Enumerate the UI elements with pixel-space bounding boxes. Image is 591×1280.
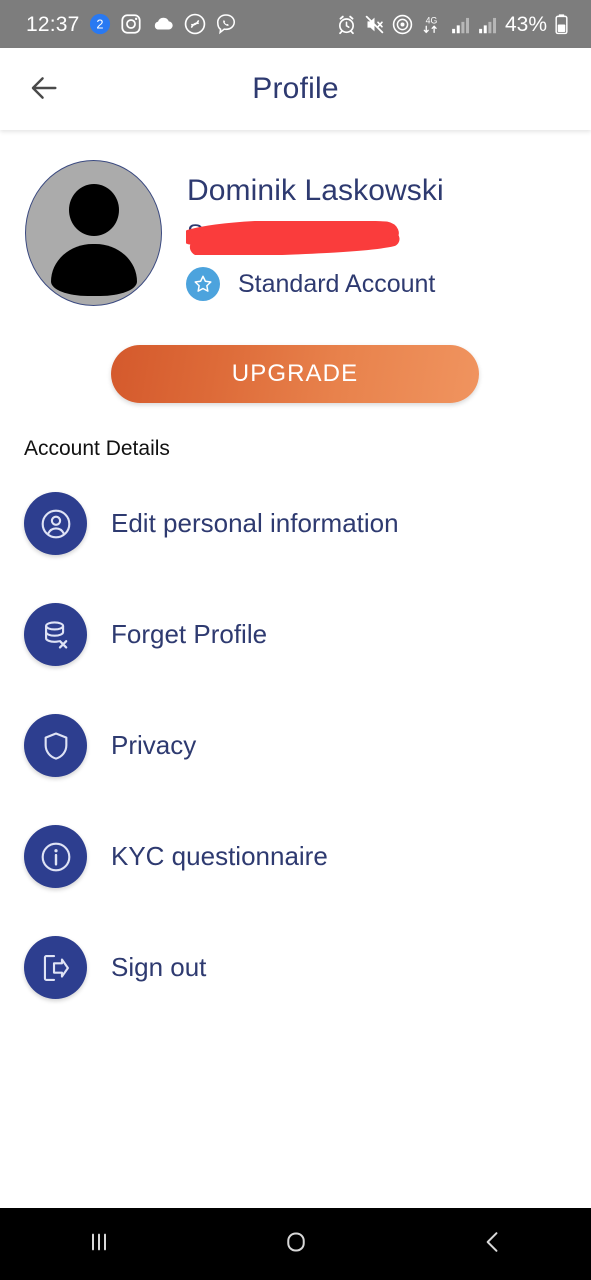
profile-summary: Dominik Laskowski S Standard Account	[0, 160, 591, 310]
home-icon	[280, 1226, 312, 1263]
avatar-head-shape	[68, 184, 119, 236]
battery-icon	[554, 13, 569, 35]
instagram-icon	[120, 13, 142, 35]
menu-item-label: Privacy	[111, 730, 197, 760]
arrow-left-icon	[27, 71, 61, 110]
profile-email: S	[187, 220, 204, 248]
avatar-body-shape	[50, 244, 137, 296]
avatar[interactable]	[25, 160, 162, 306]
menu-item-edit-personal-information[interactable]: Edit personal information	[0, 490, 591, 601]
shazam-icon	[184, 13, 206, 35]
back-button[interactable]	[22, 68, 66, 112]
alarm-clock-icon	[336, 14, 357, 35]
signal-bars-sim1-icon	[450, 14, 470, 35]
menu-item-label: Forget Profile	[111, 619, 268, 649]
status-bar-right: 4G 43%	[336, 13, 577, 35]
home-button[interactable]	[241, 1208, 351, 1280]
back-chevron-icon	[477, 1226, 509, 1263]
account-details-menu: Edit personal information Forget Profile…	[0, 490, 591, 1045]
status-time: 12:37	[26, 12, 80, 36]
menu-item-kyc-questionnaire[interactable]: KYC questionnaire	[0, 823, 591, 934]
signal-bars-sim2-icon	[477, 14, 497, 35]
email-redaction-scribble	[186, 221, 400, 255]
notification-badge-icon: 2	[89, 13, 111, 35]
account-type-row: Standard Account	[186, 267, 435, 301]
menu-item-label: KYC questionnaire	[111, 841, 328, 871]
page-title: Profile	[252, 72, 339, 105]
network-4g-icon: 4G	[420, 14, 443, 35]
battery-percent-label: 43%	[504, 12, 547, 36]
android-navigation-bar	[0, 1208, 591, 1280]
menu-item-sign-out[interactable]: Sign out	[0, 934, 591, 1045]
svg-text:4G: 4G	[426, 15, 438, 25]
viber-icon	[215, 13, 237, 35]
status-bar: 12:37 2 4G 43%	[0, 0, 591, 48]
profile-name: Dominik Laskowski	[187, 174, 444, 207]
menu-item-label: Sign out	[111, 952, 207, 982]
recents-icon	[83, 1226, 115, 1263]
database-remove-icon	[24, 603, 87, 666]
menu-item-privacy[interactable]: Privacy	[0, 712, 591, 823]
svg-text:2: 2	[96, 17, 103, 32]
account-type-label: Standard Account	[238, 269, 436, 298]
hotspot-icon	[392, 14, 413, 35]
back-button-nav[interactable]	[438, 1208, 548, 1280]
upgrade-button[interactable]: UPGRADE	[111, 345, 479, 403]
cloud-icon	[151, 13, 175, 35]
user-circle-icon	[24, 492, 87, 555]
section-label-account-details: Account Details	[24, 437, 170, 460]
shield-icon	[24, 714, 87, 777]
app-header: Profile	[0, 48, 591, 130]
status-bar-left: 12:37 2	[14, 13, 237, 35]
menu-item-forget-profile[interactable]: Forget Profile	[0, 601, 591, 712]
logout-icon	[24, 936, 87, 999]
menu-item-label: Edit personal information	[111, 508, 399, 538]
recents-button[interactable]	[44, 1208, 154, 1280]
star-icon	[186, 267, 220, 301]
mute-vibrate-icon	[364, 14, 385, 35]
info-circle-icon	[24, 825, 87, 888]
